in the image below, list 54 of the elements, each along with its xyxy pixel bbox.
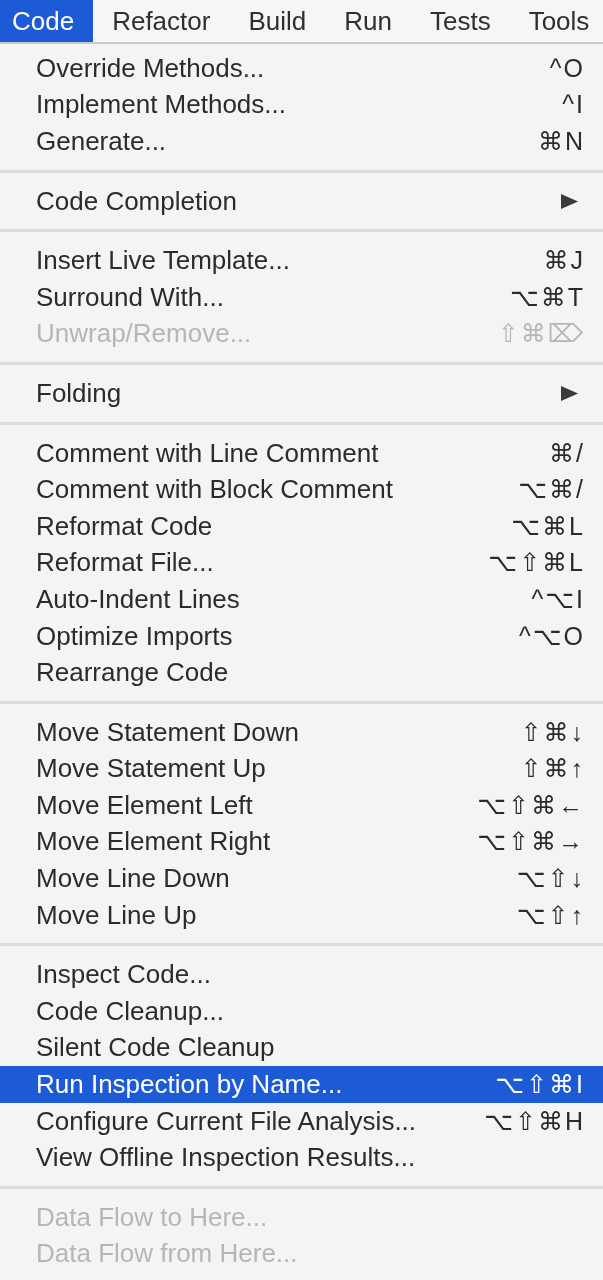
keyboard-shortcut: ⌥⇧↓ [516,864,585,894]
keyboard-shortcut: ⌥⇧⌘H [484,1106,585,1136]
keyboard-shortcut: ⌥⇧↑ [516,900,585,930]
menu-bar-item[interactable]: Tests [410,0,510,42]
keyboard-shortcut: ⌥⇧⌘→ [477,827,585,857]
menu-item[interactable]: Configure Current File Analysis... ⌥⇧⌘H [0,1102,603,1140]
menu-bar-item[interactable]: Refactor [93,0,230,42]
menu-item[interactable]: Optimize Imports ^⌥O [0,617,603,655]
menu-item[interactable]: Implement Methods... ^I [0,86,603,124]
submenu-arrow-icon [561,193,578,209]
menu-item[interactable]: Code Completion [0,182,603,220]
submenu-arrow-icon [561,385,578,401]
keyboard-shortcut: ^O [549,53,585,83]
menu-item[interactable]: Generate... ⌘N [0,123,603,160]
menu-item[interactable]: Move Statement Down ⇧⌘↓ [0,713,603,751]
keyboard-shortcut: ⌘/ [549,438,585,468]
keyboard-shortcut: ⇧⌘⌦ [497,319,585,349]
menu-item[interactable]: Reformat File... ⌥⇧⌘L [0,544,603,582]
keyboard-shortcut: ⌥⇧⌘L [488,548,585,578]
menu-item[interactable]: Code Cleanup... [0,993,603,1030]
keyboard-shortcut: ⌥⌘/ [518,475,585,505]
menu-item[interactable]: Insert Live Template... ⌘J [0,242,603,279]
menu-bar-item[interactable]: Build [229,0,326,42]
menu-item[interactable]: Reformat Code ⌥⌘L [0,507,603,545]
keyboard-shortcut: ^⌥I [531,584,585,614]
menu-item[interactable]: Run Inspection by Name... ⌥⇧⌘I [0,1066,603,1103]
menu-item[interactable]: Auto-Indent Lines ^⌥I [0,581,603,618]
keyboard-shortcut: ⌘J [543,246,585,276]
menu-item[interactable]: Move Element Right ⌥⇧⌘→ [0,823,603,861]
menu-item[interactable]: Move Element Left ⌥⇧⌘← [0,787,603,824]
keyboard-shortcut: ⌥⇧⌘← [477,790,585,820]
keyboard-shortcut: ⌥⇧⌘I [495,1070,585,1100]
menu-bar-item[interactable]: Code [0,0,94,42]
menu-item[interactable]: Surround With... ⌥⌘T [0,278,603,316]
keyboard-shortcut: ⇧⌘↑ [520,754,585,784]
keyboard-shortcut: ^⌥O [519,621,585,651]
menu-item[interactable]: Move Line Down ⌥⇧↓ [0,860,603,897]
keyboard-shortcut: ⌥⌘T [509,282,585,312]
menu-item[interactable]: Move Statement Up ⇧⌘↑ [0,750,603,788]
keyboard-shortcut: ⌥⌘L [511,511,585,541]
menu-bar-item[interactable]: Run [325,0,411,42]
menu-item[interactable]: Comment with Line Comment ⌘/ [0,434,603,472]
menu-item[interactable]: Rearrange Code [0,654,603,691]
menu-bar-item[interactable]: Tools [509,0,603,42]
menu-item[interactable]: Folding [0,375,603,412]
menu-item[interactable]: Inspect Code... [0,956,603,994]
menu-item[interactable]: Silent Code Cleanup [0,1029,603,1067]
menu-item[interactable]: Comment with Block Comment ⌥⌘/ [0,471,603,508]
keyboard-shortcut: ^I [562,90,585,120]
menu-item[interactable]: Move Line Up ⌥⇧↑ [0,896,603,934]
menu-item[interactable]: View Offline Inspection Results... [0,1139,603,1177]
keyboard-shortcut: ⌘N [537,127,585,156]
menu-item[interactable]: Override Methods... ^O [0,50,603,87]
keyboard-shortcut: ⇧⌘↓ [520,717,585,747]
